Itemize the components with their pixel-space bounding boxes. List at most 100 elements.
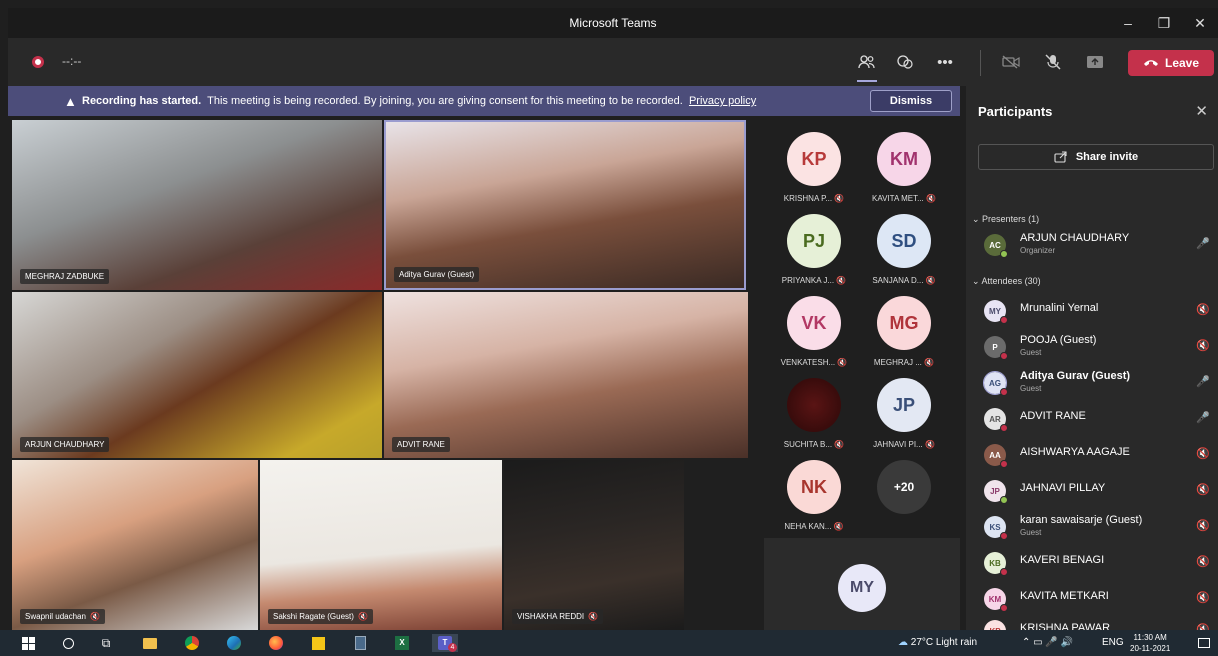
people-icon [858,55,875,69]
share-screen-button[interactable] [1082,50,1108,74]
mic-on-icon: 🎤 [1196,238,1210,250]
task-view-button[interactable]: ⧉ [96,634,116,652]
language-indicator[interactable]: ENG [1102,637,1124,648]
chrome-button[interactable] [182,634,202,652]
system-tray-icons[interactable]: ⌃ ▭ 🎤 🔊 [1022,637,1073,648]
chat-icon [897,55,913,69]
video-tile-active-speaker[interactable]: Aditya Gurav (Guest) [384,120,746,290]
close-window-button[interactable]: ✕ [1182,8,1218,38]
avatar-caption: KRISHNA P... 🔇 [783,194,845,203]
maximize-button[interactable]: ❐ [1146,8,1182,38]
video-tile[interactable]: Sakshi Ragate (Guest) 🔇 [260,460,502,630]
firefox-button[interactable] [266,634,286,652]
teams-taskbar-button[interactable]: T 4 [432,634,458,652]
minimize-button[interactable]: – [1110,8,1146,38]
search-button[interactable] [58,634,78,652]
tile-name-label: Sakshi Ragate (Guest) 🔇 [268,609,373,624]
avatar-tile[interactable]: MG MEGHRAJ ... 🔇 [860,296,948,367]
participant-role: Organizer [1020,246,1056,255]
avatar-tile[interactable]: SD SANJANA D... 🔇 [860,214,948,285]
participant-row[interactable]: P POOJA (Guest) Guest 🔇 [984,332,1214,362]
attendees-section-header[interactable]: ⌄ Attendees (30) [972,276,1041,287]
weather-widget[interactable]: ☁ 27°C Light rain [898,637,977,648]
avatar: PJ [787,214,841,268]
tile-name: Swapnil udachan [25,612,86,621]
participant-row[interactable]: AC ARJUN CHAUDHARY Organizer 🎤 [984,230,1214,260]
notifications-button[interactable] [1194,634,1214,652]
tile-name-label: Aditya Gurav (Guest) [394,267,480,282]
presenters-section-header[interactable]: ⌄ Presenters (1) [972,214,1039,225]
leave-button[interactable]: Leave [1128,50,1214,76]
privacy-policy-link[interactable]: Privacy policy [689,95,756,107]
participant-name: karan sawaisarje (Guest) [1020,514,1143,526]
mic-off-icon: 🔇 [924,358,935,367]
calculator-icon [354,636,366,650]
avatar-photo [787,378,841,432]
video-tile[interactable]: VISHAKHA REDDI 🔇 [504,460,684,630]
teams-badge: 4 [448,643,457,652]
share-invite-button[interactable]: Share invite [978,144,1214,170]
participant-name: AISHWARYA AAGAJE [1020,446,1130,458]
avatar-tile[interactable]: JP JAHNAVI PI... 🔇 [860,378,948,449]
video-tile[interactable]: Swapnil udachan 🔇 [12,460,258,630]
participant-avatar: P [984,336,1008,360]
avatar-tile[interactable]: NK NEHA KAN... 🔇 [770,460,858,531]
participant-row[interactable]: KM KAVITA METKARI 🔇 [984,584,1214,614]
camera-off-icon [1002,55,1020,69]
participant-avatar: MY [984,300,1008,324]
participant-row[interactable]: KP KRISHNA PAWAR 🔇 [984,616,1214,630]
participant-row[interactable]: AA AISHWARYA AAGAJE 🔇 [984,440,1214,470]
participant-row[interactable]: KB KAVERI BENAGI 🔇 [984,548,1214,578]
file-explorer-button[interactable] [140,634,160,652]
chat-button[interactable] [892,50,918,74]
mic-toggle-button[interactable] [1040,50,1066,74]
more-options-button[interactable]: ••• [932,50,958,74]
participant-row[interactable]: MY Mrunalini Yernal 🔇 [984,296,1214,326]
cloud-icon: ☁ [898,637,908,648]
avatar-caption: JAHNAVI PI... 🔇 [873,440,935,449]
edge-button[interactable] [224,634,244,652]
participant-row[interactable]: KS karan sawaisarje (Guest) Guest 🔇 [984,512,1214,542]
system-clock[interactable]: 11:30 AM 20-11-2021 [1130,632,1170,654]
start-button[interactable] [18,634,38,652]
participants-toggle-button[interactable] [854,50,880,82]
video-tile[interactable]: ADVIT RANE [384,292,748,458]
mic-off-icon: 🔇 [925,194,936,203]
participants-panel: Participants ✕ Share invite ⌄ Presenters… [966,86,1218,630]
avatar-tile[interactable]: VK VENKATESH... 🔇 [770,296,858,367]
avatar-tile[interactable]: KP KRISHNA P... 🔇 [770,132,858,203]
calculator-button[interactable] [350,634,370,652]
participant-row[interactable]: AR ADVIT RANE 🎤 [984,404,1214,434]
participant-avatar: KM [984,588,1008,612]
avatar-tile[interactable]: PJ PRIYANKA J... 🔇 [770,214,858,285]
participant-row[interactable]: AG Aditya Gurav (Guest) Guest 🎤 [983,368,1214,398]
participant-avatar: AR [984,408,1008,432]
avatar-tile[interactable]: SUCHITA B... 🔇 [770,378,858,449]
chevron-up-icon: ⌃ [1022,637,1031,648]
mic-off-icon: 🔇 [89,612,100,621]
avatar-caption: KAVITA MET... 🔇 [872,194,936,203]
dismiss-button[interactable]: Dismiss [870,90,952,112]
mic-off-icon: 🔇 [1196,520,1210,532]
tile-name-label: MEGHRAJ ZADBUKE [20,269,110,284]
camera-toggle-button[interactable] [998,50,1024,74]
firefox-icon [269,636,283,650]
avatar-tile[interactable]: KM KAVITA MET... 🔇 [860,132,948,203]
more-participants-tile[interactable]: +20 [860,460,948,514]
presence-status-icon [1000,460,1008,468]
video-tile[interactable]: MEGHRAJ ZADBUKE [12,120,382,290]
avatar: JP [877,378,931,432]
participant-row[interactable]: JP JAHNAVI PILLAY 🔇 [984,476,1214,506]
close-panel-button[interactable]: ✕ [1195,102,1208,120]
presence-status-icon [1000,568,1008,576]
avatar: MG [877,296,931,350]
self-view-tile[interactable]: MY [764,538,960,630]
excel-button[interactable]: X [392,634,412,652]
sticky-notes-button[interactable] [308,634,328,652]
video-tile[interactable]: ARJUN CHAUDHARY [12,292,382,458]
mic-off-icon: 🔇 [1196,304,1210,316]
warning-icon: ▲ [64,94,77,109]
participant-name: Aditya Gurav (Guest) [1020,370,1131,382]
tile-name-label: ARJUN CHAUDHARY [20,437,110,452]
participant-avatar: AG [983,371,1008,396]
